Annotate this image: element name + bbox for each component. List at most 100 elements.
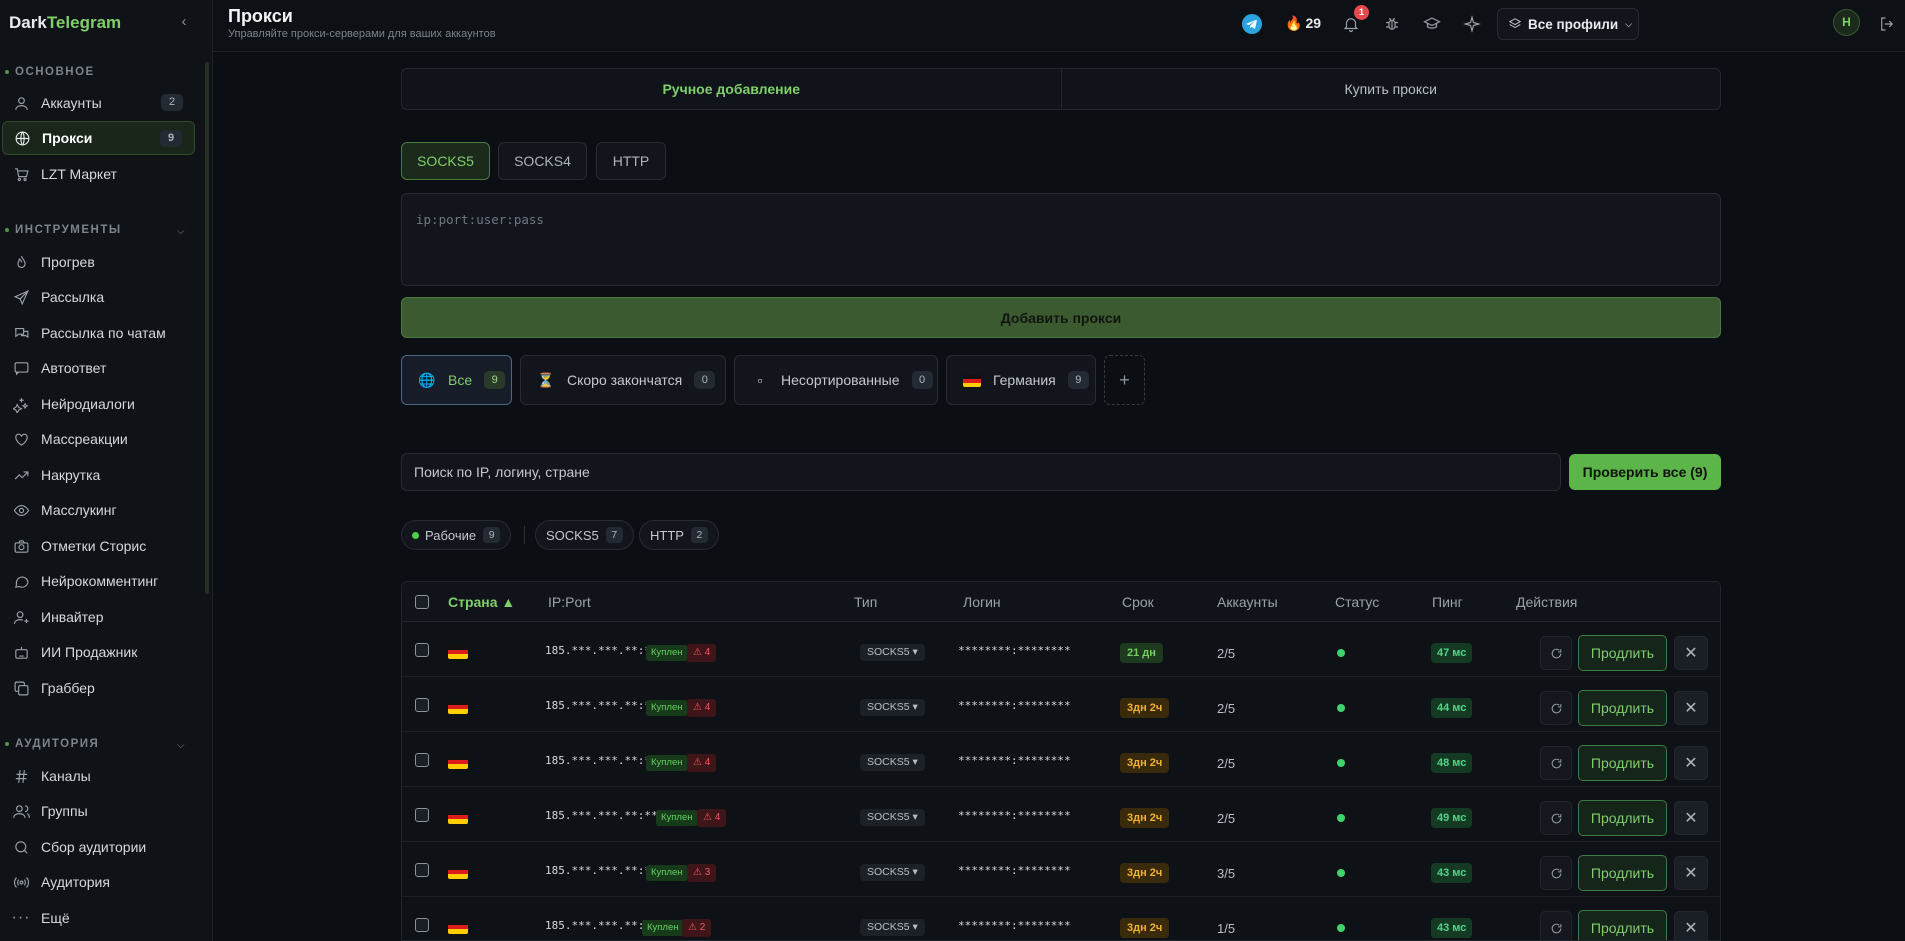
type-select[interactable]: SOCKS5 ▾ — [860, 864, 925, 881]
column-type[interactable]: Тип — [854, 594, 877, 610]
group-all[interactable]: 🌐 Все 9 — [401, 355, 512, 405]
sidebar-item-autoreply[interactable]: Автоответ — [2, 351, 195, 385]
select-all-checkbox[interactable] — [415, 595, 429, 609]
section-title-audience[interactable]: АУДИТОРИЯ — [5, 738, 99, 750]
sidebar-item-story-tags[interactable]: Отметки Сторис — [2, 529, 195, 563]
delete-button[interactable]: ✕ — [1674, 856, 1708, 890]
refresh-button[interactable] — [1540, 801, 1572, 835]
sidebar-item-masslooking[interactable]: Масслукинг — [2, 493, 195, 527]
column-login[interactable]: Логин — [963, 594, 1001, 610]
brand-logo[interactable]: DarkTelegram — [9, 13, 121, 33]
search-input[interactable]: Поиск по IP, логину, стране — [401, 453, 1561, 491]
extend-button[interactable]: Продлить — [1578, 855, 1667, 891]
row-checkbox[interactable] — [415, 753, 429, 767]
sidebar-item-accounts[interactable]: Аккаунты 2 — [2, 86, 195, 120]
extend-button[interactable]: Продлить — [1578, 745, 1667, 781]
sidebar-item-grabber[interactable]: Граббер — [2, 671, 195, 705]
proxy-list-input[interactable]: ip:port:user:pass — [401, 193, 1721, 286]
column-term[interactable]: Срок — [1122, 594, 1154, 610]
row-checkbox[interactable] — [415, 918, 429, 932]
avatar[interactable]: Н — [1833, 9, 1860, 36]
protocol-http[interactable]: HTTP — [596, 142, 666, 180]
delete-button[interactable]: ✕ — [1674, 911, 1708, 940]
chevron-down-icon[interactable]: ⌵ — [177, 226, 185, 237]
refresh-button[interactable] — [1540, 911, 1572, 940]
column-country[interactable]: Страна ▲ — [448, 594, 515, 610]
warning-badge[interactable]: ⚠ 4 — [687, 699, 717, 717]
warning-badge[interactable]: ⚠ 2 — [682, 919, 712, 937]
sidebar-item-boost[interactable]: Накрутка — [2, 458, 195, 492]
refresh-button[interactable] — [1540, 746, 1572, 780]
group-germany[interactable]: Германия 9 — [946, 355, 1096, 405]
type-select[interactable]: SOCKS5 ▾ — [860, 644, 925, 661]
extend-button[interactable]: Продлить — [1578, 910, 1667, 940]
extend-button[interactable]: Продлить — [1578, 800, 1667, 836]
delete-button[interactable]: ✕ — [1674, 636, 1708, 670]
extend-button[interactable]: Продлить — [1578, 690, 1667, 726]
collapse-sidebar-icon[interactable]: ‹ — [176, 14, 192, 30]
warning-badge[interactable]: ⚠ 4 — [687, 754, 717, 772]
sidebar-item-audience-collect[interactable]: Сбор аудитории — [2, 830, 195, 864]
sidebar-item-mailing[interactable]: Рассылка — [2, 280, 195, 314]
column-status[interactable]: Статус — [1335, 594, 1379, 610]
group-expiring-soon[interactable]: ⏳ Скоро закончатся 0 — [520, 355, 726, 405]
bug-icon[interactable] — [1381, 13, 1403, 35]
type-select[interactable]: SOCKS5 ▾ — [860, 809, 925, 826]
sparkle-icon[interactable] — [1461, 13, 1483, 35]
filter-http[interactable]: HTTP 2 — [639, 520, 719, 550]
sidebar-item-inviter[interactable]: Инвайтер — [2, 600, 195, 634]
user-plus-icon — [12, 608, 30, 626]
streak-counter[interactable]: 🔥 29 — [1285, 15, 1321, 32]
refresh-button[interactable] — [1540, 856, 1572, 890]
type-select[interactable]: SOCKS5 ▾ — [860, 919, 925, 936]
sidebar-item-ai-seller[interactable]: ИИ Продажник — [2, 635, 195, 669]
row-checkbox[interactable] — [415, 863, 429, 877]
filter-working[interactable]: Рабочие 9 — [401, 520, 512, 550]
refresh-button[interactable] — [1540, 691, 1572, 725]
row-checkbox[interactable] — [415, 698, 429, 712]
add-group-button[interactable]: + — [1104, 355, 1145, 405]
sidebar-item-more[interactable]: ··· Ещё — [2, 901, 195, 935]
sidebar-item-lzt-market[interactable]: LZT Маркет — [2, 157, 195, 191]
profile-select[interactable]: Все профили ⌵ — [1497, 8, 1639, 40]
column-ip-port[interactable]: IP:Port — [548, 594, 591, 610]
warning-badge[interactable]: ⚠ 3 — [687, 864, 717, 882]
delete-button[interactable]: ✕ — [1674, 746, 1708, 780]
chevron-down-icon[interactable]: ⌵ — [177, 740, 185, 751]
delete-button[interactable]: ✕ — [1674, 691, 1708, 725]
sidebar-item-neurodialogs[interactable]: Нейродиалоги — [2, 387, 195, 421]
graduation-cap-icon[interactable] — [1421, 13, 1443, 35]
add-proxy-button[interactable]: Добавить прокси — [401, 297, 1721, 338]
protocol-socks4[interactable]: SOCKS4 — [498, 142, 587, 180]
sidebar-item-proxy[interactable]: Прокси 9 — [2, 121, 195, 155]
warning-badge[interactable]: ⚠ 4 — [697, 809, 727, 827]
check-all-button[interactable]: Проверить все (9) — [1569, 454, 1721, 490]
protocol-socks5[interactable]: SOCKS5 — [401, 142, 490, 180]
sidebar-scrollbar[interactable] — [205, 62, 209, 594]
accounts-count: 2/5 — [1217, 646, 1236, 661]
warning-badge[interactable]: ⚠ 4 — [687, 644, 717, 662]
row-checkbox[interactable] — [415, 643, 429, 657]
column-accounts[interactable]: Аккаунты — [1217, 594, 1278, 610]
tab-buy-proxy[interactable]: Купить прокси — [1062, 69, 1721, 109]
section-title-tools[interactable]: ИНСТРУМЕНТЫ — [5, 224, 122, 236]
tab-manual-add[interactable]: Ручное добавление — [402, 69, 1062, 109]
sidebar-item-neurocommenting[interactable]: Нейрокомментинг — [2, 564, 195, 598]
sidebar-item-warmup[interactable]: Прогрев — [2, 245, 195, 279]
sidebar-item-groups[interactable]: Группы — [2, 794, 195, 828]
sidebar-item-channels[interactable]: Каналы — [2, 759, 195, 793]
group-unsorted[interactable]: ▫ Несортированные 0 — [734, 355, 938, 405]
type-select[interactable]: SOCKS5 ▾ — [860, 754, 925, 771]
sidebar-item-audience[interactable]: Аудитория — [2, 865, 195, 899]
logout-icon[interactable] — [1876, 13, 1898, 35]
delete-button[interactable]: ✕ — [1674, 801, 1708, 835]
filter-socks5[interactable]: SOCKS5 7 — [535, 520, 634, 550]
sidebar-item-mass-reactions[interactable]: Массреакции — [2, 422, 195, 456]
extend-button[interactable]: Продлить — [1578, 635, 1667, 671]
row-checkbox[interactable] — [415, 808, 429, 822]
type-select[interactable]: SOCKS5 ▾ — [860, 699, 925, 716]
telegram-icon[interactable] — [1242, 14, 1262, 34]
refresh-button[interactable] — [1540, 636, 1572, 670]
column-ping[interactable]: Пинг — [1432, 594, 1463, 610]
sidebar-item-chat-mailing[interactable]: Рассылка по чатам — [2, 316, 195, 350]
